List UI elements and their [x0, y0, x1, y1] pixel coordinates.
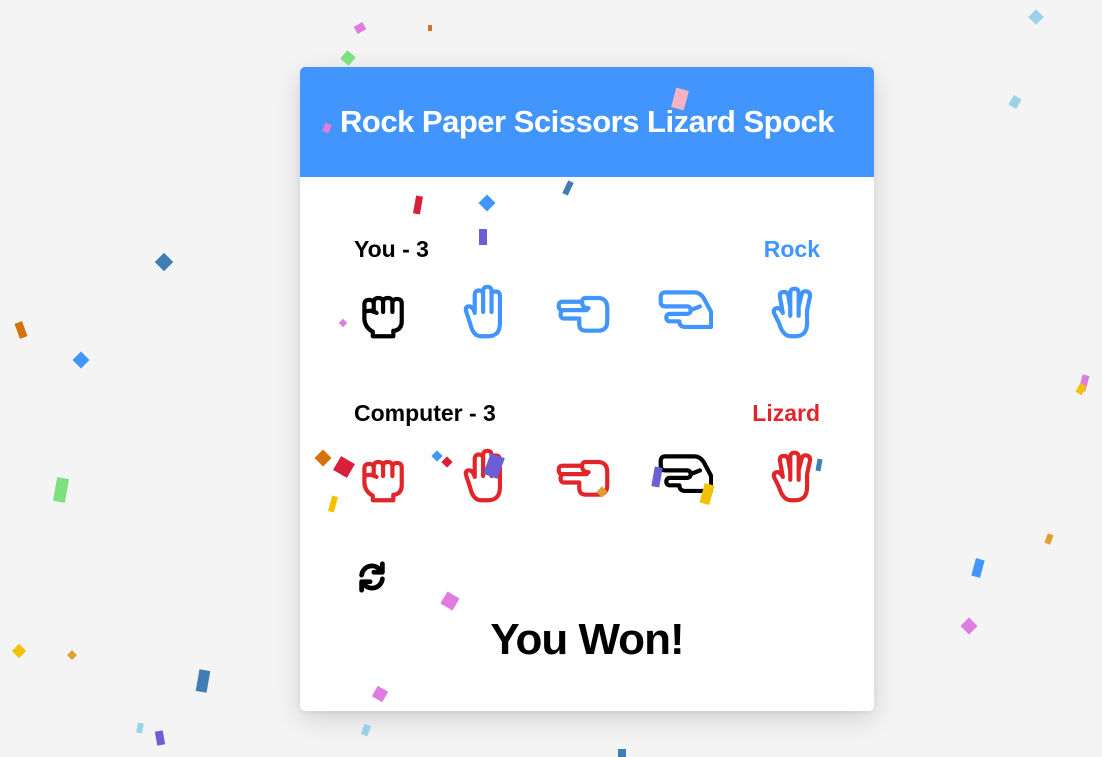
confetti-piece	[14, 321, 28, 339]
scissors-icon[interactable]	[553, 282, 613, 342]
confetti-piece	[1078, 374, 1090, 392]
paper-icon[interactable]	[455, 446, 515, 506]
confetti-piece	[67, 650, 77, 660]
confetti-piece	[53, 477, 69, 503]
rock-icon[interactable]	[354, 446, 414, 506]
lizard-icon[interactable]	[655, 446, 715, 506]
confetti-piece	[1044, 533, 1054, 545]
spock-icon[interactable]	[764, 446, 824, 506]
result-message: You Won!	[490, 615, 684, 664]
player-you-hands	[354, 282, 820, 342]
player-you-section: You - 3 Rock	[354, 234, 820, 342]
computer-score: Computer - 3	[354, 399, 496, 426]
confetti-piece	[428, 25, 432, 31]
card-header: Rock Paper Scissors Lizard Spock	[300, 67, 874, 177]
player-you-pick: Rock	[763, 235, 820, 262]
refresh-icon[interactable]	[354, 559, 390, 595]
confetti-piece	[960, 617, 978, 635]
confetti-piece	[11, 643, 27, 659]
confetti-piece	[618, 749, 626, 757]
confetti-piece	[154, 730, 166, 746]
rock-icon[interactable]	[354, 282, 414, 342]
confetti-piece	[353, 22, 367, 34]
player-you-score: You - 3	[354, 235, 429, 262]
computer-pick: Lizard	[752, 399, 820, 426]
confetti-piece	[360, 723, 372, 737]
computer-hands	[354, 446, 820, 506]
paper-icon[interactable]	[455, 282, 515, 342]
confetti-piece	[971, 558, 985, 578]
confetti-piece	[195, 669, 211, 693]
confetti-piece	[1028, 9, 1044, 25]
lizard-icon[interactable]	[655, 282, 715, 342]
confetti-piece	[340, 50, 356, 66]
page-title: Rock Paper Scissors Lizard Spock	[340, 104, 835, 139]
spock-icon[interactable]	[764, 282, 824, 342]
confetti-piece	[1008, 94, 1022, 110]
confetti-piece	[1075, 382, 1087, 396]
scissors-icon[interactable]	[553, 446, 613, 506]
confetti-piece	[136, 722, 144, 734]
confetti-piece	[154, 252, 174, 272]
game-card: Rock Paper Scissors Lizard Spock You - 3…	[300, 67, 874, 711]
confetti-piece	[72, 351, 90, 369]
computer-section: Computer - 3 Lizard	[354, 398, 820, 506]
